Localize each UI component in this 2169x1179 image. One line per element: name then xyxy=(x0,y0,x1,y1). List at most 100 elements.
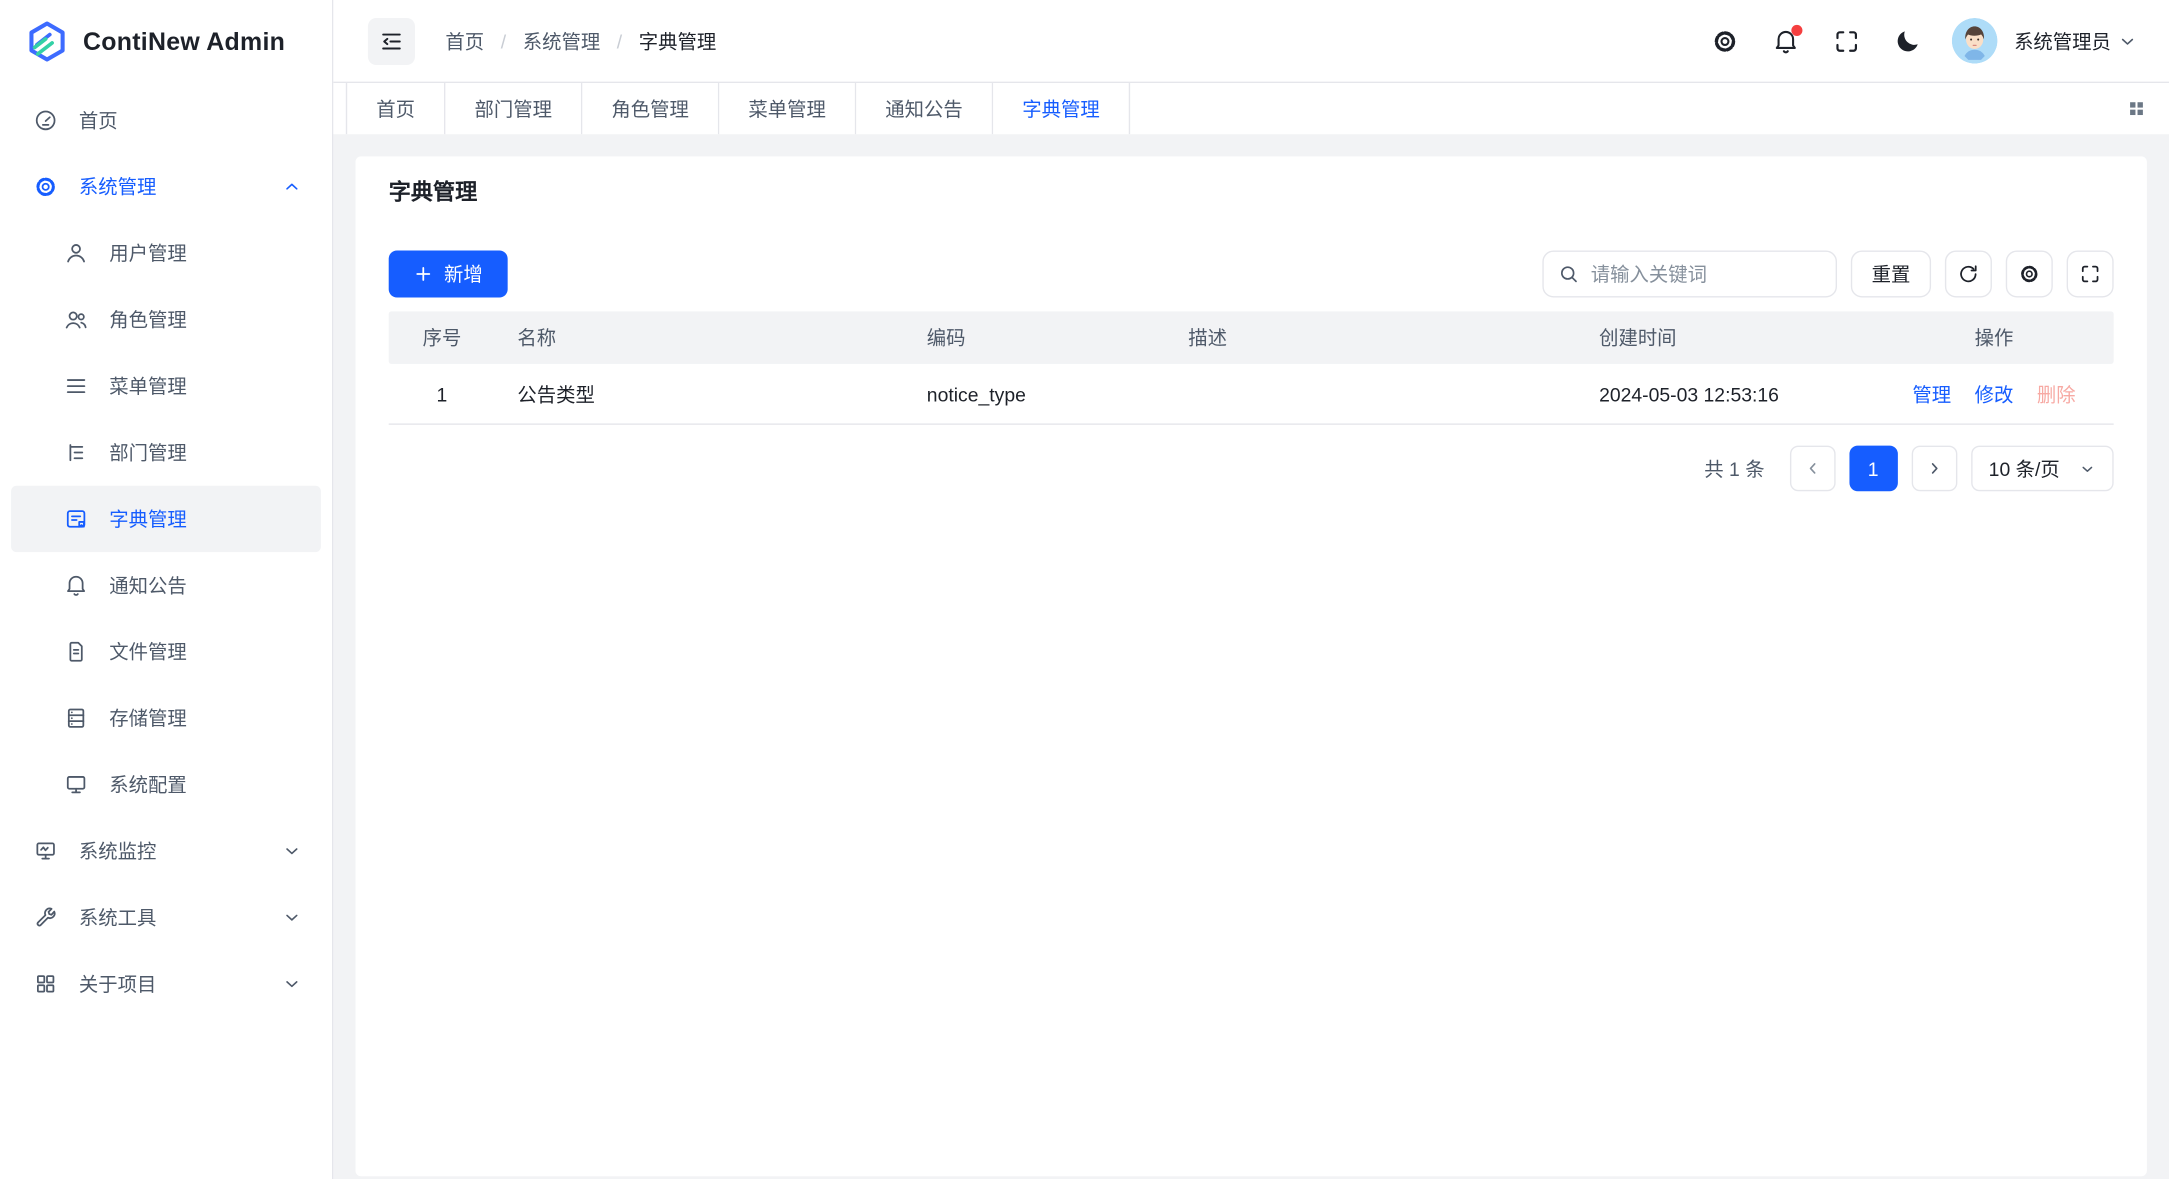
storage-icon xyxy=(64,706,89,731)
tab-menu-management[interactable]: 菜单管理 xyxy=(719,83,856,134)
tree-icon xyxy=(64,440,89,465)
sidebar-item-label: 文件管理 xyxy=(109,638,186,666)
page-size-value: 10 条/页 xyxy=(1989,455,2060,483)
chevron-left-icon xyxy=(1803,459,1821,477)
top-header: 首页 / 系统管理 / 字典管理 xyxy=(333,0,2169,83)
delete-link[interactable]: 删除 xyxy=(2037,380,2076,408)
settings-gear-icon[interactable] xyxy=(1711,27,1739,55)
pagination-page-1[interactable]: 1 xyxy=(1849,446,1897,492)
sidebar-item-notice[interactable]: 通知公告 xyxy=(11,552,321,618)
sidebar-item-storage-management[interactable]: 存储管理 xyxy=(11,685,321,751)
sidebar-item-role-management[interactable]: 角色管理 xyxy=(11,286,321,352)
tab-label: 菜单管理 xyxy=(748,95,825,123)
column-header-actions: 操作 xyxy=(1874,311,2113,364)
chevron-down-icon xyxy=(2079,460,2096,477)
tab-label: 部门管理 xyxy=(474,95,551,123)
toolbar-right: 重置 xyxy=(1542,250,2113,297)
tab-home[interactable]: 首页 xyxy=(346,83,446,134)
sidebar-item-file-management[interactable]: 文件管理 xyxy=(11,619,321,685)
page-size-select[interactable]: 10 条/页 xyxy=(1971,446,2114,492)
add-button[interactable]: 新增 xyxy=(389,250,508,297)
app-window: ContiNew Admin 首页 系统管理 xyxy=(0,0,2169,1179)
chevron-down-icon[interactable] xyxy=(2118,31,2137,50)
chevron-down-icon xyxy=(282,974,301,993)
table-header-row: 序号 名称 编码 描述 创建时间 操作 xyxy=(389,311,2114,364)
column-header-created-at: 创建时间 xyxy=(1577,324,1874,352)
current-user-name[interactable]: 系统管理员 xyxy=(2014,27,2111,55)
sidebar-item-system-config[interactable]: 系统配置 xyxy=(11,751,321,817)
column-header-index: 序号 xyxy=(389,324,496,352)
breadcrumb-separator: / xyxy=(617,30,622,52)
column-settings-button[interactable] xyxy=(2006,250,2053,297)
sidebar-item-label: 存储管理 xyxy=(109,704,186,732)
dict-management-card: 字典管理 新增 xyxy=(356,156,2147,1176)
tab-label: 通知公告 xyxy=(885,95,962,123)
notification-badge xyxy=(1791,24,1802,35)
tab-role-management[interactable]: 角色管理 xyxy=(582,83,719,134)
user-avatar[interactable] xyxy=(1952,18,1998,64)
pagination-next-button[interactable] xyxy=(1911,446,1957,492)
reset-button[interactable]: 重置 xyxy=(1851,250,1931,297)
chevron-right-icon xyxy=(1925,459,1943,477)
column-header-name: 名称 xyxy=(495,324,904,352)
gear-icon xyxy=(33,174,58,199)
search-icon xyxy=(1558,263,1580,285)
sidebar-item-dict-management[interactable]: 字典管理 xyxy=(11,486,321,552)
sidebar-item-user-management[interactable]: 用户管理 xyxy=(11,220,321,286)
dictionary-icon xyxy=(64,506,89,531)
sidebar-item-system-monitor[interactable]: 系统监控 xyxy=(11,818,321,884)
fullscreen-icon[interactable] xyxy=(1833,27,1861,55)
menu-fold-icon xyxy=(379,28,404,53)
page-title: 字典管理 xyxy=(389,179,2114,209)
refresh-button[interactable] xyxy=(1945,250,1992,297)
monitor-chart-icon xyxy=(33,839,58,864)
sidebar-menu: 首页 系统管理 xyxy=(0,83,332,1017)
sidebar-item-label: 系统管理 xyxy=(79,173,156,201)
pagination: 共 1 条 1 10 条/页 xyxy=(389,446,2114,492)
notification-bell-icon[interactable] xyxy=(1772,27,1800,55)
tabbar-spacer xyxy=(1130,83,2102,134)
sidebar-item-label: 角色管理 xyxy=(109,306,186,334)
menu-lines-icon xyxy=(64,374,89,399)
manage-link[interactable]: 管理 xyxy=(1912,380,1951,408)
sidebar-item-label: 用户管理 xyxy=(109,239,186,267)
sidebar-item-home[interactable]: 首页 xyxy=(11,87,321,153)
keyword-search-input[interactable] xyxy=(1591,263,1822,285)
row-actions: 管理 修改 删除 xyxy=(1874,380,2113,408)
tabs-menu-grid-icon[interactable] xyxy=(2103,83,2169,134)
content-area: 字典管理 新增 xyxy=(333,134,2169,1179)
row-name: 公告类型 xyxy=(495,380,904,408)
sidebar-item-label: 首页 xyxy=(79,107,118,135)
sidebar-item-dept-management[interactable]: 部门管理 xyxy=(11,419,321,485)
tab-notice[interactable]: 通知公告 xyxy=(856,83,993,134)
sidebar-item-label: 通知公告 xyxy=(109,572,186,600)
row-code: notice_type xyxy=(905,383,1166,405)
sidebar-item-system-tools[interactable]: 系统工具 xyxy=(11,884,321,950)
sidebar-item-menu-management[interactable]: 菜单管理 xyxy=(11,353,321,419)
main-area: 首页 / 系统管理 / 字典管理 xyxy=(333,0,2169,1179)
tab-dept-management[interactable]: 部门管理 xyxy=(445,83,582,134)
logo-row[interactable]: ContiNew Admin xyxy=(0,0,332,83)
sidebar-item-about-project[interactable]: 关于项目 xyxy=(11,951,321,1017)
tab-dict-management[interactable]: 字典管理 xyxy=(993,83,1130,134)
app-logo-icon xyxy=(25,19,69,63)
chevron-down-icon xyxy=(282,908,301,927)
add-button-label: 新增 xyxy=(444,260,483,288)
sidebar: ContiNew Admin 首页 系统管理 xyxy=(0,0,333,1179)
dark-mode-moon-icon[interactable] xyxy=(1894,27,1922,55)
breadcrumb-separator: / xyxy=(501,30,506,52)
chevron-down-icon xyxy=(282,841,301,860)
edit-link[interactable]: 修改 xyxy=(1975,380,2014,408)
pagination-prev-button[interactable] xyxy=(1789,446,1835,492)
sidebar-item-system-management[interactable]: 系统管理 xyxy=(11,154,321,220)
sidebar-item-label: 菜单管理 xyxy=(109,372,186,400)
sidebar-item-label: 关于项目 xyxy=(79,970,156,998)
sidebar-item-label: 系统监控 xyxy=(79,837,156,865)
keyword-search-box xyxy=(1542,250,1837,297)
breadcrumb-item-system[interactable]: 系统管理 xyxy=(523,27,600,55)
sidebar-item-label: 系统配置 xyxy=(109,771,186,799)
column-header-description: 描述 xyxy=(1166,324,1577,352)
sidebar-collapse-button[interactable] xyxy=(368,17,415,64)
table-fullscreen-button[interactable] xyxy=(2067,250,2114,297)
breadcrumb-item-home[interactable]: 首页 xyxy=(445,27,484,55)
